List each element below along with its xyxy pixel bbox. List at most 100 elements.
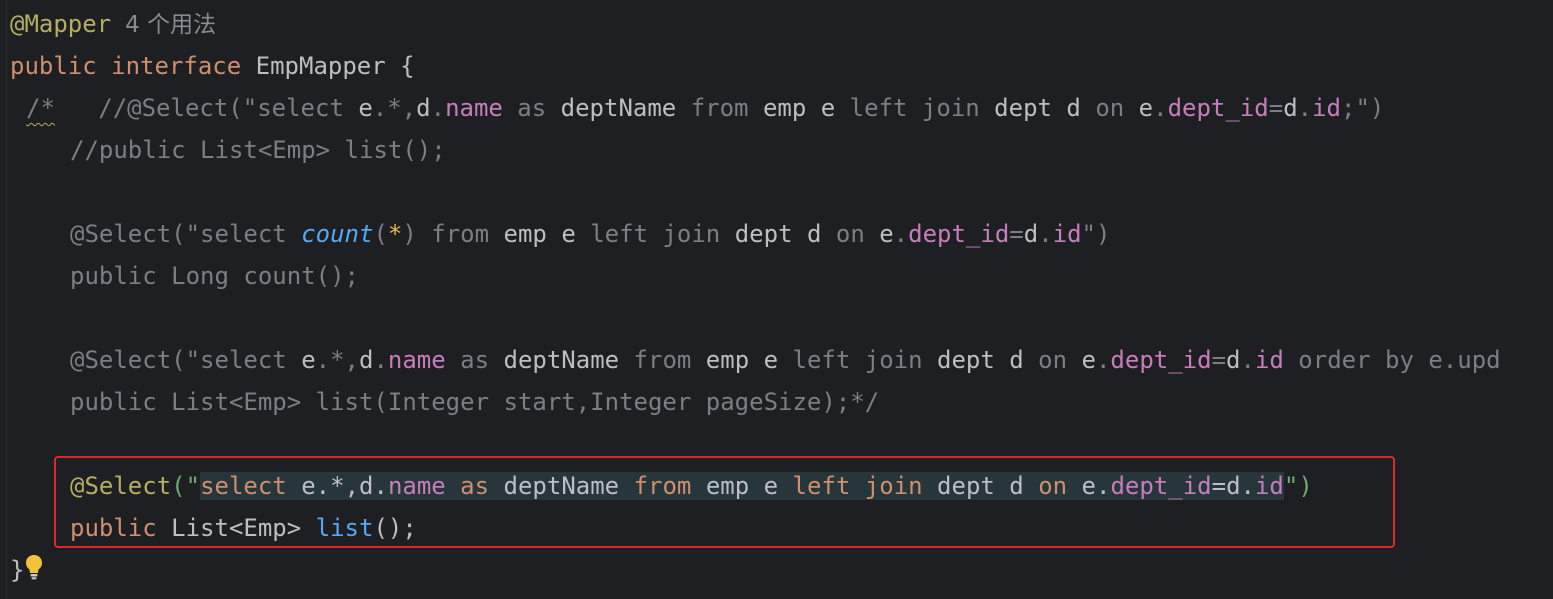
comment-text: //@Select("select [54,94,359,122]
comment-text: = [1009,220,1024,248]
sql-keyword: join [864,472,923,500]
code-line-10[interactable]: public List<Emp> list(Integer start,Inte… [70,384,879,420]
sql-punct: = [1211,472,1227,500]
method-name[interactable]: list [316,514,374,542]
comment-text: .*, [315,346,359,374]
sql-keyword: on [1023,472,1082,500]
sql-space [749,472,763,500]
comment-text: @Select("select [70,220,302,248]
code-line-7[interactable]: public Long count(); [70,258,359,294]
sql-alias: deptName [560,94,677,122]
keyword-public: public [10,52,97,80]
sql-alias: e [561,220,576,248]
comment-text: order by [1283,346,1429,374]
select-annotation[interactable]: @Select [70,472,171,500]
sql-alias: e [358,94,373,122]
comment-text: . [1038,220,1053,248]
comment-text: . [893,220,909,248]
sql-table: emp [762,94,807,122]
comment-text: . [1153,94,1168,122]
code-line-2[interactable]: public interface EmpMapper { [10,48,415,84]
sql-keyword: from [619,472,706,500]
sql-alias: d [1009,472,1024,500]
comment-text: as [445,346,504,374]
sql-alias: deptName [503,472,620,500]
keyword-interface: interface [111,52,242,80]
sql-alias: d [359,472,374,500]
sql-table: dept [994,94,1052,122]
comment-text: public Long count(); [70,262,359,290]
code-line-4[interactable]: //public List<Emp> list(); [70,132,446,168]
sql-field: dept_id [1110,346,1212,374]
method-parens: (); [373,514,417,542]
comment-text [749,346,763,374]
code-line-1[interactable]: @Mapper 4 个用法 [10,6,216,42]
code-line-13[interactable]: public List<Emp> list(); [70,510,417,546]
code-line-14[interactable]: } [10,552,24,588]
lightbulb-icon[interactable] [24,553,44,581]
code-editor[interactable]: @Mapper 4 个用法 public interface EmpMapper … [0,0,1553,599]
sql-alias: e [763,472,779,500]
keyword-public: public [70,514,157,542]
code-line-12[interactable]: @Select("select e.*,d.name as deptName f… [70,468,1313,504]
sql-field: name [387,472,446,500]
sql-injection-fragment[interactable]: select e.*,d.name as deptName from emp e… [200,472,1284,500]
sql-alias: d [1009,346,1024,374]
sql-field: id [1052,220,1082,248]
comment-text: on [1023,346,1082,374]
sql-field: name [445,94,503,122]
comment-text: left join [835,94,995,122]
sql-alias: d [1226,472,1241,500]
sql-alias: e [879,220,894,248]
comment-text: ) [402,220,417,248]
close-brace: } [10,556,25,584]
comment-text: e.upd [1428,346,1501,374]
code-line-3[interactable]: /* //@Select("select e.*,d.name as deptN… [26,90,1384,126]
sql-alias: d [416,94,431,122]
sql-alias: d [1066,94,1081,122]
comment-text: from [619,346,706,374]
sql-alias: d [1226,346,1241,374]
sql-alias: e [1081,472,1096,500]
sql-alias: d [1023,220,1039,248]
string-delim: (" [171,472,201,500]
sql-alias: d [1283,94,1298,122]
code-line-6[interactable]: @Select("select count(*) from emp e left… [70,216,1110,252]
sql-table: dept [937,346,995,374]
sql-field: dept_id [1110,472,1212,500]
sql-star: * [387,220,403,248]
sql-alias: e [763,346,779,374]
comment-text: . [1240,346,1255,374]
sql-alias: e [1081,346,1096,374]
sql-punct: . [1096,472,1111,500]
sql-alias: e [301,472,316,500]
sql-field: id [1254,346,1284,374]
comment-text: @Select("select [70,346,302,374]
sql-space [923,472,937,500]
code-line-9[interactable]: @Select("select e.*,d.name as deptName f… [70,342,1501,378]
comment-text: left join [778,346,938,374]
comment-text: . [1297,94,1313,122]
sql-table: emp [705,346,750,374]
comment-text: left join [575,220,735,248]
sql-alias: d [806,220,822,248]
sql-punct: . [1240,472,1255,500]
open-brace: { [400,52,415,80]
comment-text: = [1211,346,1227,374]
sql-keyword: select [200,472,287,500]
sql-field: dept_id [1167,94,1269,122]
sql-alias: e [820,94,836,122]
sql-alias: e [1138,94,1154,122]
comment-text: from [676,94,763,122]
comment-text: ") [1081,220,1111,248]
gutter-divider [6,0,7,599]
comment-text [547,220,561,248]
sql-field: id [1312,94,1341,122]
comment-text: . [1095,346,1111,374]
sql-keyword: left [778,472,865,500]
mapper-annotation[interactable]: @Mapper [10,10,111,38]
interface-name[interactable]: EmpMapper [256,52,386,80]
comment-text: ( [373,220,388,248]
usage-hint[interactable]: 4 个用法 [125,12,216,38]
string-delim: ") [1283,472,1313,500]
